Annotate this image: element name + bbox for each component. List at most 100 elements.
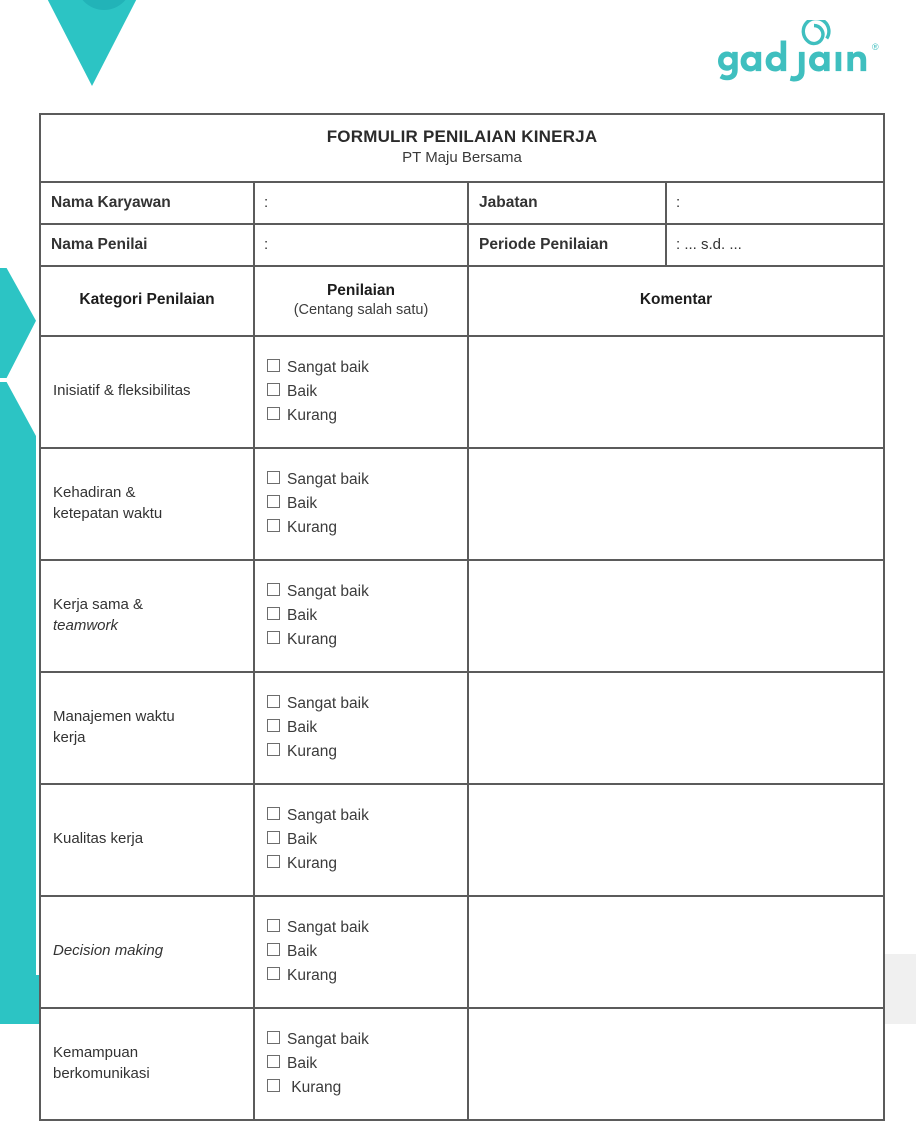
column-header-penilaian: Penilaian (Centang salah satu) (253, 264, 469, 337)
checkbox-icon[interactable] (267, 630, 280, 644)
option-baik-6[interactable]: Baik (267, 1052, 461, 1076)
checkbox-icon[interactable] (267, 854, 280, 868)
table-row: Kehadiran & ketepatan waktu Sangat baik … (39, 446, 886, 561)
option-kurang-0[interactable]: Kurang (267, 404, 461, 428)
form-title-row: FORMULIR PENILAIAN KINERJA PT Maju Bersa… (38, 113, 886, 183)
option-sangat-baik-1[interactable]: Sangat baik (267, 468, 461, 492)
option-baik-3[interactable]: Baik (267, 716, 461, 740)
gadjian-logo: ® (718, 20, 882, 82)
column-header-kategori: Kategori Penilaian (39, 264, 255, 337)
criteria-text-2-line1: Kerja sama & (53, 596, 144, 614)
criteria-text-5-line1: Decision making (53, 942, 164, 960)
label-periode-penilaian: Periode Penilaian (467, 222, 667, 267)
checkbox-icon[interactable] (267, 1054, 280, 1068)
table-row: Inisiatif & fleksibilitas Sangat baik Ba… (39, 334, 886, 449)
field-nama-karyawan[interactable]: : (253, 180, 469, 225)
criteria-text-6-line2: berkomunikasi (53, 1064, 150, 1082)
column-header-kategori-label: Kategori Penilaian (79, 291, 215, 309)
option-sangat-baik-4[interactable]: Sangat baik (267, 804, 461, 828)
form-company-name: PT Maju Bersama (402, 149, 522, 167)
label-nama-karyawan: Nama Karyawan (39, 180, 255, 225)
field-periode-penilaian[interactable]: : ... s.d. ... (664, 222, 886, 267)
comment-field-3[interactable] (466, 670, 886, 785)
checkbox-icon[interactable] (267, 718, 280, 732)
checkbox-icon[interactable] (267, 606, 280, 620)
brand-circle-decoration (76, 0, 132, 10)
checkbox-icon[interactable] (267, 406, 280, 420)
column-header-penilaian-label: Penilaian (326, 281, 396, 299)
checkbox-icon[interactable] (267, 382, 280, 396)
checkbox-icon[interactable] (267, 807, 280, 821)
brand-bar-decoration-bottom (0, 975, 44, 1024)
option-baik-2[interactable]: Baik (267, 604, 461, 628)
gadjian-logo-mark: ® (718, 20, 879, 82)
option-baik-5[interactable]: Baik (267, 940, 461, 964)
column-header-penilaian-hint: (Centang salah satu) (293, 302, 429, 319)
brand-chevron-decoration-upper (0, 268, 36, 378)
option-kurang-5[interactable]: Kurang (267, 964, 461, 988)
comment-field-4[interactable] (466, 782, 886, 897)
option-baik-0[interactable]: Baik (267, 380, 461, 404)
option-sangat-baik-0[interactable]: Sangat baik (267, 356, 461, 380)
rating-options-2: Sangat baik Baik Kurang (253, 558, 469, 673)
performance-appraisal-form: FORMULIR PENILAIAN KINERJA PT Maju Bersa… (38, 113, 886, 1121)
checkbox-icon[interactable] (267, 494, 280, 508)
column-header-row: Kategori Penilaian Penilaian (Centang sa… (39, 264, 886, 337)
field-nama-penilai[interactable]: : (253, 222, 469, 267)
checkbox-icon[interactable] (267, 583, 280, 597)
criteria-text-4-line1: Kualitas kerja (53, 830, 144, 848)
criteria-label-5: Decision making (39, 894, 255, 1009)
comment-field-1[interactable] (466, 446, 886, 561)
option-kurang-2[interactable]: Kurang (267, 628, 461, 652)
option-kurang-3[interactable]: Kurang (267, 740, 461, 764)
option-sangat-baik-5[interactable]: Sangat baik (267, 916, 461, 940)
option-kurang-1[interactable]: Kurang (267, 516, 461, 540)
option-kurang-4[interactable]: Kurang (267, 852, 461, 876)
brand-chevron-decoration-lower (0, 382, 36, 982)
criteria-label-2: Kerja sama & teamwork (39, 558, 255, 673)
brand-triangle-decoration (16, 0, 168, 86)
checkbox-icon[interactable] (267, 695, 280, 709)
comment-field-2[interactable] (466, 558, 886, 673)
rating-options-3: Sangat baik Baik Kurang (253, 670, 469, 785)
criteria-text-6-line1: Kemampuan (53, 1044, 139, 1062)
option-baik-1[interactable]: Baik (267, 492, 461, 516)
field-jabatan[interactable]: : (664, 180, 886, 225)
logo-registered-mark: ® (872, 42, 879, 52)
comment-field-0[interactable] (466, 334, 886, 449)
criteria-text-1-line1: Kehadiran & (53, 484, 136, 502)
option-sangat-baik-3[interactable]: Sangat baik (267, 692, 461, 716)
option-sangat-baik-2[interactable]: Sangat baik (267, 580, 461, 604)
option-baik-4[interactable]: Baik (267, 828, 461, 852)
table-row: Kemampuan berkomunikasi Sangat baik Baik… (39, 1006, 886, 1121)
table-row: Kualitas kerja Sangat baik Baik Kurang (39, 782, 886, 897)
rating-options-1: Sangat baik Baik Kurang (253, 446, 469, 561)
criteria-text-2-line2: teamwork (53, 616, 119, 634)
checkbox-icon[interactable] (267, 966, 280, 980)
criteria-label-0: Inisiatif & fleksibilitas (39, 334, 255, 449)
identity-row-appraiser: Nama Penilai : Periode Penilaian : ... s… (39, 222, 886, 267)
option-sangat-baik-6[interactable]: Sangat baik (267, 1028, 461, 1052)
form-table: FORMULIR PENILAIAN KINERJA PT Maju Bersa… (38, 113, 886, 1121)
rating-options-6: Sangat baik Baik Kurang (253, 1006, 469, 1121)
checkbox-icon[interactable] (267, 471, 280, 485)
comment-field-5[interactable] (466, 894, 886, 1009)
checkbox-icon[interactable] (267, 359, 280, 373)
checkbox-icon[interactable] (267, 518, 280, 532)
identity-row-employee: Nama Karyawan : Jabatan : (39, 180, 886, 225)
checkbox-icon[interactable] (267, 942, 280, 956)
rating-options-0: Sangat baik Baik Kurang (253, 334, 469, 449)
criteria-label-4: Kualitas kerja (39, 782, 255, 897)
column-header-komentar-label: Komentar (639, 291, 713, 309)
criteria-label-6: Kemampuan berkomunikasi (39, 1006, 255, 1121)
criteria-text-3-line2: kerja (53, 728, 86, 746)
checkbox-icon[interactable] (267, 1031, 280, 1045)
checkbox-icon[interactable] (267, 830, 280, 844)
checkbox-icon[interactable] (267, 919, 280, 933)
checkbox-icon[interactable] (267, 1078, 280, 1092)
label-jabatan: Jabatan (467, 180, 667, 225)
option-kurang-6[interactable]: Kurang (267, 1076, 461, 1100)
table-row: Decision making Sangat baik Baik Kurang (39, 894, 886, 1009)
checkbox-icon[interactable] (267, 742, 280, 756)
comment-field-6[interactable] (466, 1006, 886, 1121)
